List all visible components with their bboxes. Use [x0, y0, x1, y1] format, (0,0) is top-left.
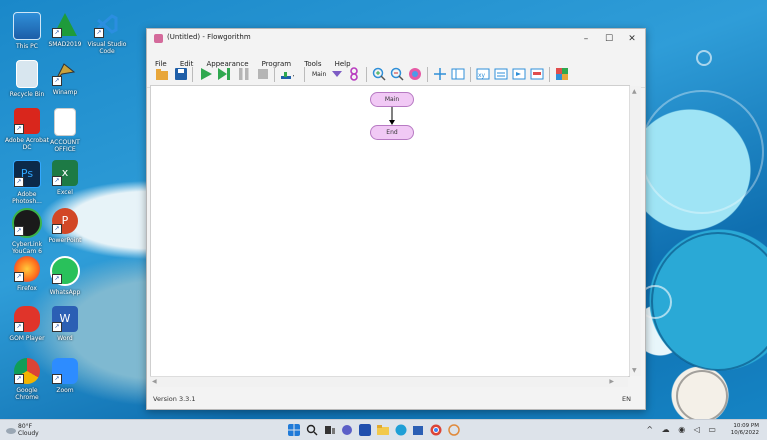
- weather-widget[interactable]: 80°F Cloudy: [18, 423, 39, 437]
- edge-icon[interactable]: [395, 424, 407, 436]
- svg-text:▾: ▾: [293, 73, 294, 80]
- version-label: Version 3.3.1: [153, 395, 196, 403]
- flowchart-end-node[interactable]: End: [370, 125, 414, 140]
- store-icon[interactable]: [412, 424, 424, 436]
- photoshop-icon: Ps ↗: [13, 160, 41, 188]
- scroll-up-icon[interactable]: ▲: [632, 88, 637, 95]
- gom-player-icon: ↗: [14, 306, 40, 332]
- wallpaper-bubble: [696, 50, 712, 66]
- document-icon: [54, 108, 76, 136]
- powerpoint-icon: P ↗: [52, 208, 78, 234]
- system-tray-icons[interactable]: ^ ☁ ◉ ◁ ▭: [646, 425, 719, 434]
- wallpaper-bubble: [676, 370, 728, 422]
- file-explorer-icon[interactable]: [377, 424, 389, 436]
- toolbar-separator: [304, 67, 305, 82]
- color-palette-icon[interactable]: [408, 67, 422, 81]
- monitor-icon: [13, 12, 41, 40]
- window-title: (Untitled) - Flowgorithm: [167, 33, 251, 41]
- recycle-bin-icon: [16, 60, 38, 88]
- weather-temp: 80°F: [18, 423, 33, 430]
- flowchart-canvas[interactable]: Main End: [150, 85, 630, 377]
- desktop-icon-smad2019[interactable]: ↗ SMAD2019: [42, 12, 88, 48]
- chevron-down-icon[interactable]: [330, 67, 344, 81]
- weather-desc: Cloudy: [18, 430, 39, 437]
- save-icon[interactable]: [174, 67, 188, 81]
- excel-icon: x ↗: [52, 160, 78, 186]
- minimize-button[interactable]: –: [575, 30, 597, 48]
- zoom-icon: ↗: [52, 358, 78, 384]
- desktop-icon-zoom[interactable]: ↗ Zoom: [42, 358, 88, 394]
- svg-text:xy: xy: [478, 72, 486, 79]
- desktop-icon-vscode[interactable]: ↗ Visual Studio Code: [84, 12, 130, 55]
- pause-icon[interactable]: [237, 67, 251, 81]
- source-code-icon[interactable]: xy: [476, 67, 490, 81]
- word-icon: W ↗: [52, 306, 78, 332]
- smad-icon: ↗: [52, 12, 78, 38]
- toolbar-separator: [470, 67, 471, 82]
- manage-functions-icon[interactable]: [347, 67, 361, 81]
- scroll-down-icon[interactable]: ▼: [632, 367, 637, 374]
- webcam-icon: ↗: [12, 208, 42, 238]
- desktop-icon-account-office[interactable]: ACCOUNT OFFICE: [42, 108, 88, 153]
- search-icon[interactable]: [306, 424, 318, 436]
- run-icon[interactable]: [199, 67, 213, 81]
- maximize-button[interactable]: ☐: [598, 30, 620, 48]
- chat-icon[interactable]: [341, 424, 353, 436]
- variable-watch-icon[interactable]: [451, 67, 465, 81]
- desktop-icon-powerpoint[interactable]: P ↗ PowerPoint: [42, 208, 88, 244]
- weather-icon[interactable]: [5, 425, 17, 435]
- console-icon[interactable]: [494, 67, 508, 81]
- open-folder-icon[interactable]: [155, 67, 169, 81]
- chrome-icon: ↗: [14, 358, 40, 384]
- task-view-icon[interactable]: [324, 424, 336, 436]
- photos-icon[interactable]: [448, 424, 460, 436]
- title-bar[interactable]: (Untitled) - Flowgorithm – ☐ ✕: [147, 29, 645, 49]
- language-indicator[interactable]: EN: [622, 395, 631, 403]
- vscode-icon: ↗: [94, 12, 120, 38]
- acrobat-icon: ↗: [14, 108, 40, 134]
- desktop-icon-whatsapp[interactable]: ↗ WhatsApp: [42, 256, 88, 296]
- taskbar: 80°F Cloudy ^ ☁ ◉ ◁ ▭ 10:09 PM 10/6/2022: [0, 419, 767, 440]
- print-icon[interactable]: [530, 67, 544, 81]
- zoom-out-icon[interactable]: [390, 67, 404, 81]
- menu-bar: File Edit Appearance Program Tools Help: [147, 49, 645, 68]
- whatsapp-icon: ↗: [50, 256, 80, 286]
- speed-icon[interactable]: ▾: [280, 67, 294, 81]
- start-windows-icon[interactable]: [288, 424, 300, 436]
- status-bar: Version 3.3.1 EN: [147, 389, 645, 409]
- toolbar-separator: [192, 67, 193, 82]
- desktop-icon-winamp[interactable]: ↗ Winamp: [42, 60, 88, 96]
- flowgorithm-app-icon: [154, 34, 163, 43]
- firefox-icon: ↗: [14, 256, 40, 282]
- desktop-icon-word[interactable]: W ↗ Word: [42, 306, 88, 342]
- toolbar-separator: [274, 67, 275, 82]
- layout-icon[interactable]: [433, 67, 447, 81]
- chart-icon[interactable]: [512, 67, 526, 81]
- wallpaper-bubble: [640, 90, 764, 214]
- function-select[interactable]: Main: [312, 71, 326, 78]
- clock-date: 10/6/2022: [730, 430, 759, 436]
- zoom-in-icon[interactable]: [372, 67, 386, 81]
- flowchart-start-node[interactable]: Main: [370, 92, 414, 107]
- flow-arrow: [389, 107, 395, 125]
- clock-time: 10:09 PM: [733, 423, 759, 429]
- toolbar-separator: [549, 67, 550, 82]
- scroll-right-icon[interactable]: ▶: [609, 378, 614, 385]
- horizontal-scrollbar[interactable]: ◀ ▶: [150, 376, 628, 387]
- close-button[interactable]: ✕: [621, 30, 643, 48]
- toolbar-separator: [427, 67, 428, 82]
- step-icon[interactable]: [217, 67, 231, 81]
- desktop-icon-excel[interactable]: x ↗ Excel: [42, 160, 88, 196]
- winamp-icon: ↗: [52, 60, 78, 86]
- stop-icon[interactable]: [256, 67, 270, 81]
- vertical-scrollbar[interactable]: ▲ ▼: [629, 86, 641, 376]
- chrome-taskbar-icon[interactable]: [430, 424, 442, 436]
- flowgorithm-taskbar-icon[interactable]: [359, 424, 371, 436]
- toolbar-separator: [366, 67, 367, 82]
- export-icon[interactable]: [555, 67, 569, 81]
- flowgorithm-window: (Untitled) - Flowgorithm – ☐ ✕ File Edit…: [146, 28, 646, 410]
- clock[interactable]: 10:09 PM 10/6/2022: [731, 423, 759, 437]
- scroll-left-icon[interactable]: ◀: [152, 378, 157, 385]
